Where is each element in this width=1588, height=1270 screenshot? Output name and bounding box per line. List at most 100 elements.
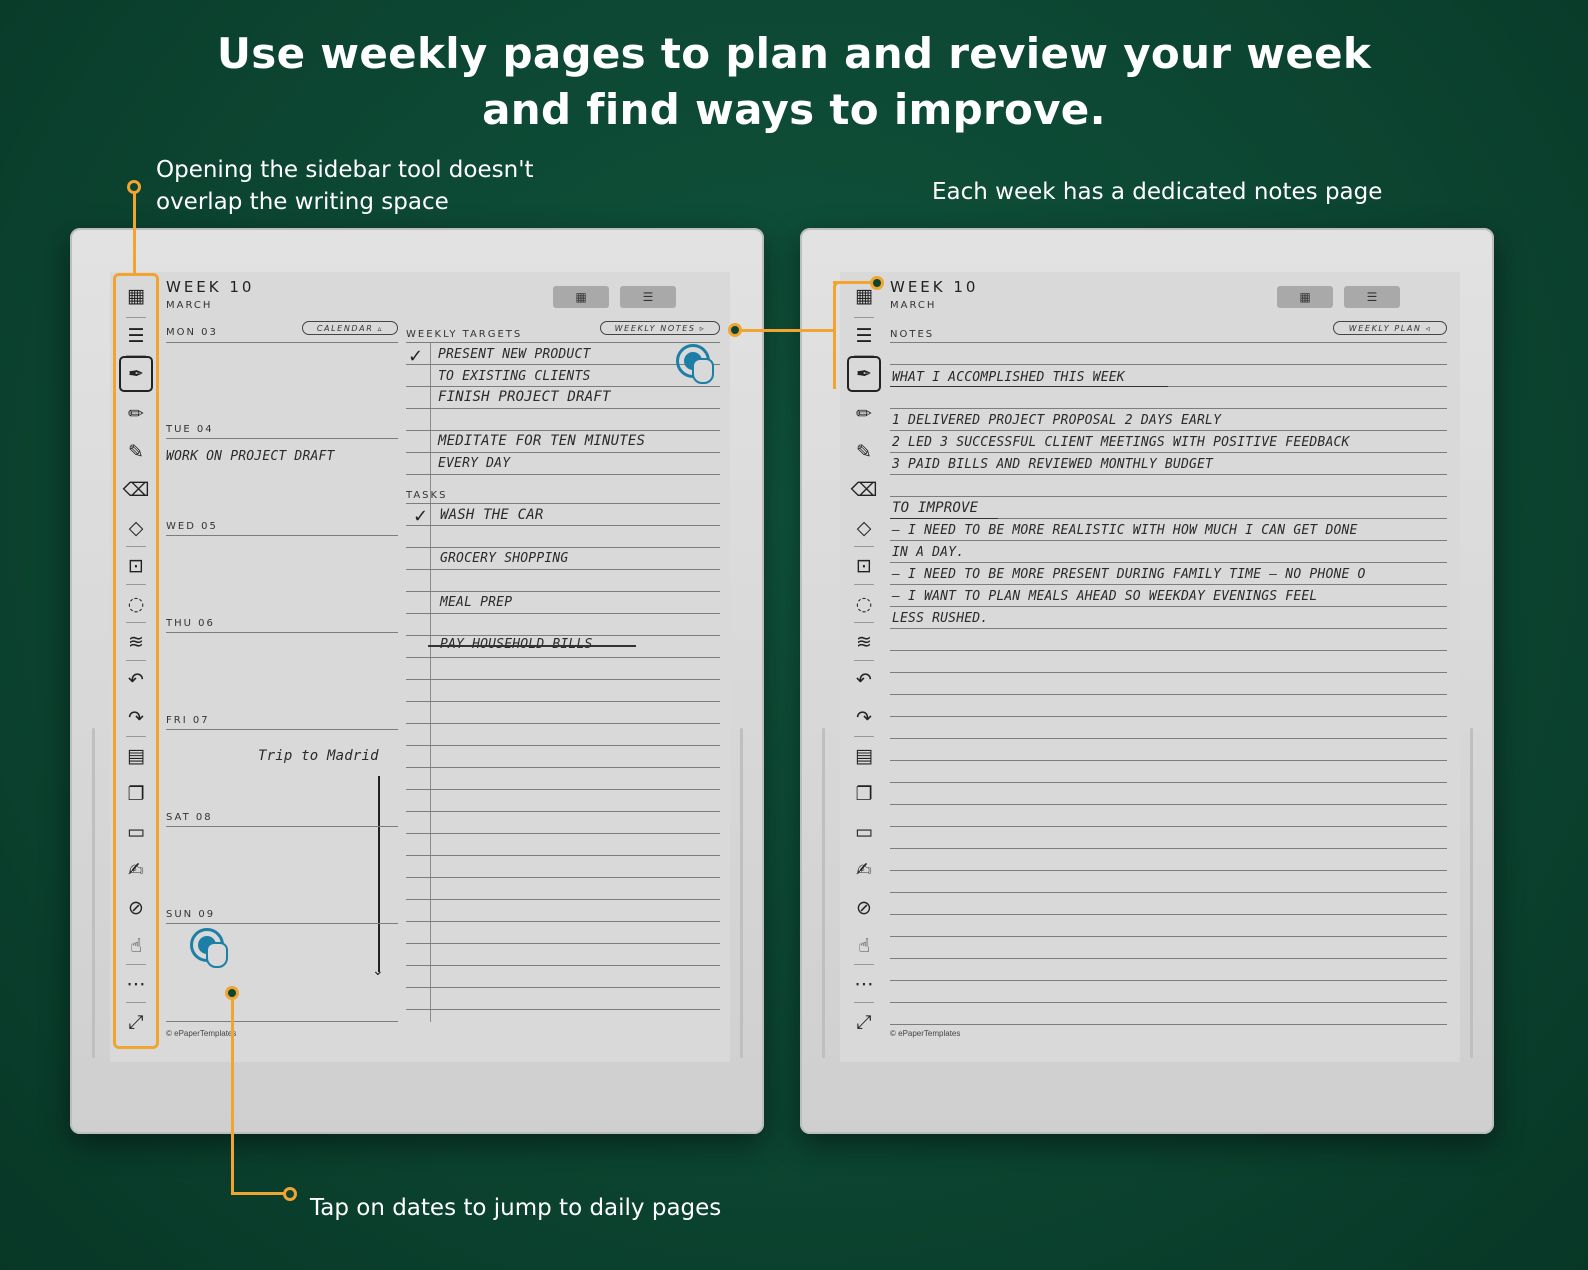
ruled-line (406, 1009, 720, 1010)
list-view-icon[interactable]: ☰ (620, 286, 676, 308)
ruled-line (890, 650, 1447, 651)
day-divider (166, 1021, 398, 1022)
select-eraser-icon[interactable]: ◇ (844, 510, 884, 546)
ruled-line (890, 474, 1447, 475)
ruled-line (406, 987, 720, 988)
eraser-icon[interactable]: ⌫ (844, 472, 884, 508)
ruled-line (890, 1002, 1447, 1003)
ruled-line (890, 936, 1447, 937)
week-title: WEEK 10 (890, 278, 979, 296)
week-month: MARCH (166, 300, 213, 311)
ruled-line (890, 452, 1447, 453)
day-link-fri[interactable]: FRI 07 (166, 715, 210, 726)
ruled-line (890, 694, 1447, 695)
redo-icon[interactable]: ↷ (844, 700, 884, 736)
callout-dot (728, 323, 742, 337)
ruled-line (890, 848, 1447, 849)
lasso-icon[interactable]: ◌ (844, 586, 884, 622)
copy-icon[interactable]: ❐ (844, 776, 884, 812)
callout-dot (127, 180, 141, 194)
notes-line: – I WANT TO PLAN MEALS AHEAD SO WEEKDAY … (892, 589, 1318, 604)
checkbox-column-divider (430, 342, 431, 1022)
fri-note: Trip to Madrid (258, 748, 379, 764)
ruled-line (406, 723, 720, 724)
day-link-wed[interactable]: WED 05 (166, 521, 218, 532)
ruled-line (890, 738, 1447, 739)
notes-line: – I NEED TO BE MORE REALISTIC WITH HOW M… (892, 523, 1358, 538)
more-icon[interactable]: ⋯ (844, 966, 884, 1002)
calendar-icon[interactable]: ▦ (553, 286, 609, 308)
callout-connector (231, 1000, 234, 1194)
week-month: MARCH (890, 300, 937, 311)
toolbar-separator (854, 660, 874, 661)
ruled-line (406, 943, 720, 944)
screenshot-icon[interactable]: ⊡ (844, 548, 884, 584)
ruled-line (406, 474, 720, 475)
ruled-line (406, 430, 720, 431)
ruled-line (890, 606, 1447, 607)
left-screen: ▦ ☰ ✒ ✏ ✎ ⌫ ◇ ⊡ ◌ ≋ ↶ ↷ ▤ ❐ ▭ ✍ ⊘ ☝ ⋯ ⤢ … (110, 272, 730, 1062)
check-mark-icon[interactable]: ✓ (413, 506, 428, 527)
notebook-icon[interactable]: ▤ (844, 738, 884, 774)
ruled-line (406, 657, 720, 658)
link-icon[interactable]: ⊘ (844, 890, 884, 926)
headline-line-2: and find ways to improve. (482, 85, 1106, 134)
page-icon[interactable]: ▭ (844, 814, 884, 850)
ruled-line (890, 826, 1447, 827)
day-link-tue[interactable]: TUE 04 (166, 424, 214, 435)
ruled-line (406, 921, 720, 922)
day-link-mon[interactable]: MON 03 (166, 327, 218, 338)
copyright: © ePaperTemplates (166, 1029, 237, 1038)
fullscreen-icon[interactable]: ⤢ (844, 1004, 884, 1040)
calendar-icon[interactable]: ▦ (1277, 286, 1333, 308)
undo-icon[interactable]: ↶ (844, 662, 884, 698)
ruled-line (890, 870, 1447, 871)
week-title: WEEK 10 (166, 278, 255, 296)
day-link-sun[interactable]: SUN 09 (166, 909, 215, 920)
ruled-line (890, 804, 1447, 805)
day-divider (166, 826, 398, 827)
weekly-notes-link[interactable]: WEEKLY NOTES ▹ (600, 321, 720, 335)
ruled-line (406, 745, 720, 746)
weekly-plan-link[interactable]: WEEKLY PLAN ◃ (1333, 321, 1447, 335)
edit-page-icon[interactable]: ✍ (844, 852, 884, 888)
check-mark-icon[interactable]: ✓ (408, 346, 423, 367)
copyright: © ePaperTemplates (890, 1029, 961, 1038)
ruled-line (406, 833, 720, 834)
ruled-line (890, 628, 1447, 629)
sidebar-toolbar[interactable]: ▦ ☰ ✒ ✏ ✎ ⌫ ◇ ⊡ ◌ ≋ ↶ ↷ ▤ ❐ ▭ ✍ ⊘ ☝ ⋯ ⤢ (844, 276, 884, 1046)
ruled-line (890, 760, 1447, 761)
pen-icon[interactable]: ✏ (844, 396, 884, 432)
callout-sidebar-1: Opening the sidebar tool doesn't (156, 157, 534, 183)
day-divider (166, 923, 398, 924)
day-link-sat[interactable]: SAT 08 (166, 812, 213, 823)
toolbar-separator (854, 584, 874, 585)
ruled-line (890, 958, 1447, 959)
tap-gesture-icon (190, 928, 230, 968)
pen-icon[interactable]: ✎ (844, 434, 884, 470)
day-divider (166, 535, 398, 536)
target-item: MEDITATE FOR TEN MINUTES (438, 433, 646, 449)
ruled-line (890, 430, 1447, 431)
list-view-icon[interactable]: ☰ (1344, 286, 1400, 308)
underline (890, 518, 998, 519)
day-divider (166, 729, 398, 730)
tap-gesture-icon (676, 344, 716, 384)
ruled-line (406, 877, 720, 878)
ruled-line (890, 1024, 1447, 1025)
ruled-line (406, 569, 720, 570)
ruled-line (406, 899, 720, 900)
task-item: GROCERY SHOPPING (440, 551, 569, 566)
layers-icon[interactable]: ≋ (844, 624, 884, 660)
notes-label: NOTES (890, 329, 935, 340)
callout-notes-page: Each week has a dedicated notes page (932, 179, 1383, 205)
notes-line: – I NEED TO BE MORE PRESENT DURING FAMIL… (892, 567, 1366, 582)
touch-icon[interactable]: ☝ (844, 928, 884, 964)
device-side-button (92, 728, 95, 1058)
ruled-line (890, 980, 1447, 981)
day-link-thu[interactable]: THU 06 (166, 618, 215, 629)
calendar-link[interactable]: CALENDAR ▵ (302, 321, 398, 335)
notes-line: TO IMPROVE (892, 500, 979, 516)
callout-connector (133, 192, 136, 274)
ruled-line (890, 584, 1447, 585)
